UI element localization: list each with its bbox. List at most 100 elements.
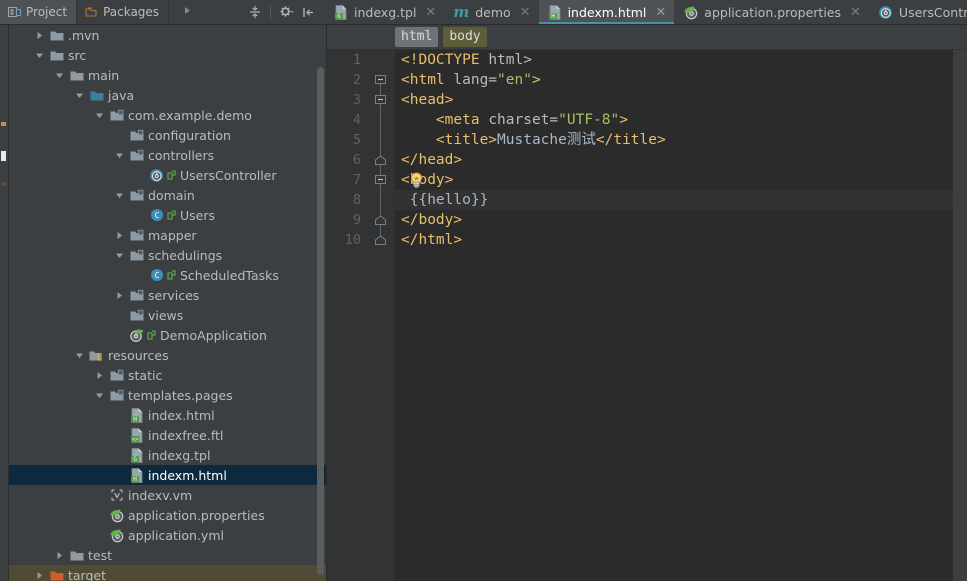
tree-node-target[interactable]: target xyxy=(9,565,326,581)
tree-arrow-expanded-icon[interactable] xyxy=(75,91,88,100)
tree-node-label: indexv.vm xyxy=(128,487,193,503)
project-toolbar-actions xyxy=(245,0,325,24)
code-line[interactable]: </body> xyxy=(395,210,967,230)
tree-node-java[interactable]: java xyxy=(9,85,326,105)
code-line[interactable]: <html lang="en"> xyxy=(395,70,967,90)
code-text[interactable]: <!DOCTYPE html> <html lang="en"> <head> <m… xyxy=(395,50,967,581)
tree-node-indexm-html[interactable]: Hindexm.html xyxy=(9,465,326,485)
fold-collapse-icon[interactable] xyxy=(375,175,386,186)
tree-node-label: domain xyxy=(148,187,195,203)
tree-arrow-expanded-icon[interactable] xyxy=(115,151,128,160)
tree-node-label: indexg.tpl xyxy=(148,447,211,463)
tree-node-static[interactable]: static xyxy=(9,365,326,385)
tree-node-label: templates.pages xyxy=(128,387,233,403)
project-tree[interactable]: .mvn src main java com.example.demo configura… xyxy=(9,25,326,581)
fold-end-icon[interactable] xyxy=(375,155,386,166)
tree-node--mvn[interactable]: .mvn xyxy=(9,25,326,45)
package-icon xyxy=(108,109,125,122)
folder-gray-icon xyxy=(48,49,65,62)
code-line[interactable]: <title>Mustache测试</title> xyxy=(395,130,967,150)
tab-close-icon[interactable]: ✕ xyxy=(849,6,862,19)
tree-node-com-example-demo[interactable]: com.example.demo xyxy=(9,105,326,125)
tree-arrow-expanded-icon[interactable] xyxy=(35,51,48,60)
panel-tab-packages[interactable]: Packages xyxy=(77,0,170,24)
tree-node-src[interactable]: src xyxy=(9,45,326,65)
tree-arrow-expanded-icon[interactable] xyxy=(55,71,68,80)
tree-node-demoapplication[interactable]: DemoApplication xyxy=(9,325,326,345)
panel-tabs-overflow-icon[interactable] xyxy=(177,0,197,20)
tree-arrow-expanded-icon[interactable] xyxy=(75,351,88,360)
tree-arrow-expanded-icon[interactable] xyxy=(115,251,128,260)
tree-node-index-html[interactable]: Hindex.html xyxy=(9,405,326,425)
tree-node-application-properties[interactable]: application.properties xyxy=(9,505,326,525)
tree-node-userscontroller[interactable]: UsersController xyxy=(9,165,326,185)
code-line[interactable]: </html> xyxy=(395,230,967,250)
tab-close-icon[interactable]: ✕ xyxy=(654,6,667,19)
tree-arrow-collapsed-icon[interactable] xyxy=(35,571,48,580)
tpl-file-icon: G xyxy=(334,4,348,20)
tree-node-main[interactable]: main xyxy=(9,65,326,85)
fold-end-icon[interactable] xyxy=(375,235,386,246)
tab-close-icon[interactable]: ✕ xyxy=(519,6,532,19)
tree-node-indexg-tpl[interactable]: Gindexg.tpl xyxy=(9,445,326,465)
tree-arrow-expanded-icon[interactable] xyxy=(115,191,128,200)
tree-node-users[interactable]: C Users xyxy=(9,205,326,225)
svg-text:<>: <> xyxy=(132,437,138,443)
code-token: charset= xyxy=(488,112,559,128)
tree-node-resources[interactable]: resources xyxy=(9,345,326,365)
intention-lightbulb-icon[interactable] xyxy=(409,172,424,189)
html-file-icon: H xyxy=(548,4,562,20)
code-line[interactable]: <meta charset="UTF-8"> xyxy=(395,110,967,130)
settings-gear-icon[interactable] xyxy=(276,2,296,22)
tree-node-schedulings[interactable]: schedulings xyxy=(9,245,326,265)
editor-tab-strip: G indexg.tpl ✕ m demo ✕ H indexm.html ✕ … xyxy=(325,0,967,25)
tree-node-application-yml[interactable]: application.yml xyxy=(9,525,326,545)
editor-tab-userscontroller-java[interactable]: UsersController.java ✕ xyxy=(869,0,967,24)
tree-node-domain[interactable]: domain xyxy=(9,185,326,205)
editor-tab-application-properties[interactable]: application.properties ✕ xyxy=(674,0,869,24)
code-line[interactable]: </head> xyxy=(395,150,967,170)
code-token: </title> xyxy=(595,132,666,148)
editor-tab-indexg-tpl[interactable]: G indexg.tpl ✕ xyxy=(325,0,444,24)
tree-node-indexv-vm[interactable]: indexv.vm xyxy=(9,485,326,505)
editor-tab-indexm-html[interactable]: H indexm.html ✕ xyxy=(538,0,675,24)
tree-arrow-collapsed-icon[interactable] xyxy=(115,291,128,300)
code-line[interactable]: <!DOCTYPE html> xyxy=(395,50,967,70)
fold-collapse-icon[interactable] xyxy=(375,75,386,86)
project-tree-scrollbar[interactable] xyxy=(317,67,324,575)
project-tree-panel[interactable]: .mvn src main java com.example.demo configura… xyxy=(9,25,326,581)
tree-arrow-expanded-icon[interactable] xyxy=(95,391,108,400)
fold-end-icon[interactable] xyxy=(375,215,386,226)
left-marker-stripe[interactable] xyxy=(0,25,9,581)
tree-node-scheduledtasks[interactable]: C ScheduledTasks xyxy=(9,265,326,285)
breadcrumb-item-html[interactable]: html xyxy=(395,27,439,47)
package-icon xyxy=(128,309,145,322)
tree-arrow-collapsed-icon[interactable] xyxy=(95,371,108,380)
tab-close-icon[interactable]: ✕ xyxy=(424,6,437,19)
tree-node-indexfree-ftl[interactable]: <> indexfree.ftl xyxy=(9,425,326,445)
tree-node-controllers[interactable]: controllers xyxy=(9,145,326,165)
tree-arrow-expanded-icon[interactable] xyxy=(95,111,108,120)
tree-arrow-collapsed-icon[interactable] xyxy=(55,551,68,560)
tree-node-services[interactable]: services xyxy=(9,285,326,305)
collapse-all-icon[interactable] xyxy=(245,2,265,22)
panel-tab-project[interactable]: Project xyxy=(0,0,78,24)
code-line[interactable]: <head> xyxy=(395,90,967,110)
tree-arrow-collapsed-icon[interactable] xyxy=(35,31,48,40)
hide-panel-icon[interactable] xyxy=(298,2,318,22)
fold-collapse-icon[interactable] xyxy=(375,95,386,106)
breadcrumb-item-body[interactable]: body xyxy=(443,27,487,47)
tree-node-views[interactable]: views xyxy=(9,305,326,325)
editor-tab-demo[interactable]: m demo ✕ xyxy=(444,0,538,24)
tree-node-configuration[interactable]: configuration xyxy=(9,125,326,145)
tree-node-label: UsersController xyxy=(180,167,277,183)
tree-node-templates-pages[interactable]: templates.pages xyxy=(9,385,326,405)
code-line[interactable]: {{hello}} xyxy=(395,190,967,210)
tree-node-test[interactable]: test xyxy=(9,545,326,565)
tree-arrow-collapsed-icon[interactable] xyxy=(115,231,128,240)
editor-gutter[interactable]: 1 2 3 4 5 6 7 8 9 10 xyxy=(327,50,395,581)
editor-right-gutter[interactable] xyxy=(953,50,967,581)
tree-node-mapper[interactable]: mapper xyxy=(9,225,326,245)
code-line[interactable]: <body> xyxy=(395,170,967,190)
